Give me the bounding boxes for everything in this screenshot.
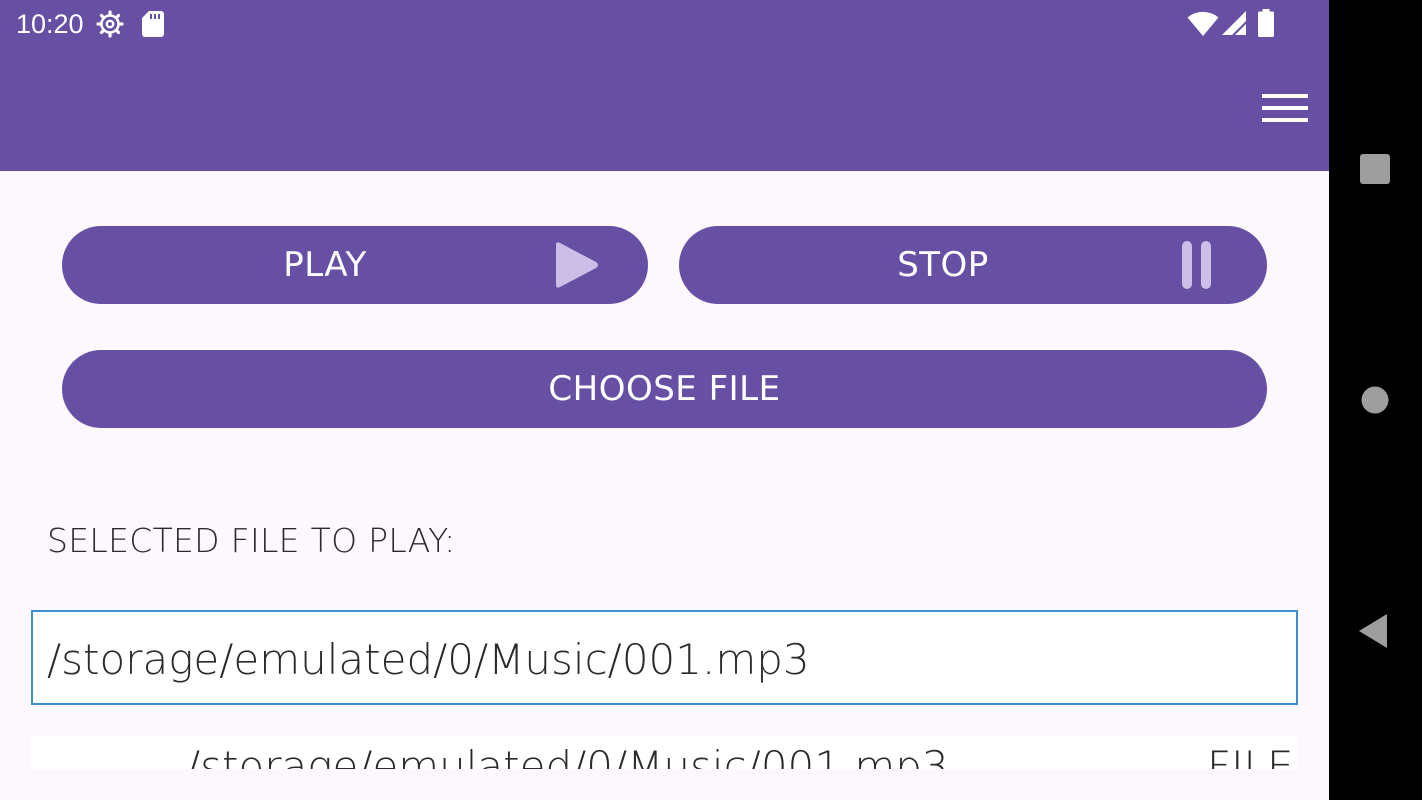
home-circle-icon[interactable] xyxy=(1361,386,1389,414)
navigation-bar xyxy=(1329,0,1422,800)
hamburger-menu-icon xyxy=(1262,94,1308,122)
app-screen: 10:20 PLAY STOP CHOOSE FILE SELECTED FIL… xyxy=(0,0,1329,800)
choose-file-button-label: CHOOSE FILE xyxy=(548,369,781,409)
file-list-item[interactable]: /storage/emulated/0/Music/001.mp3 FILE xyxy=(31,736,1297,769)
selected-file-label: SELECTED FILE TO PLAY: xyxy=(47,521,456,560)
selected-file-path-field[interactable]: /storage/emulated/0/Music/001.mp3 xyxy=(31,610,1298,705)
stop-button-label: STOP xyxy=(897,245,989,285)
app-bar: 10:20 xyxy=(0,0,1329,171)
file-list-item-path: /storage/emulated/0/Music/001.mp3 xyxy=(186,742,949,769)
choose-file-button[interactable]: CHOOSE FILE xyxy=(62,350,1267,428)
recents-square-icon[interactable] xyxy=(1360,154,1390,184)
signal-icon xyxy=(1222,11,1246,35)
status-bar: 10:20 xyxy=(0,0,1329,48)
wifi-icon xyxy=(1187,11,1219,36)
file-list-item-type: FILE xyxy=(1207,742,1294,769)
stop-button[interactable]: STOP xyxy=(679,226,1267,304)
status-time: 10:20 xyxy=(16,9,84,39)
sd-card-icon xyxy=(142,11,164,37)
selected-file-path-text: /storage/emulated/0/Music/001.mp3 xyxy=(47,635,810,684)
settings-gear-icon xyxy=(96,10,124,38)
play-icon xyxy=(556,242,598,288)
pause-icon xyxy=(1182,241,1211,289)
battery-icon xyxy=(1258,9,1274,37)
play-button[interactable]: PLAY xyxy=(62,226,648,304)
play-button-label: PLAY xyxy=(283,245,367,285)
back-triangle-icon[interactable] xyxy=(1359,614,1387,648)
menu-button[interactable] xyxy=(1256,84,1314,134)
